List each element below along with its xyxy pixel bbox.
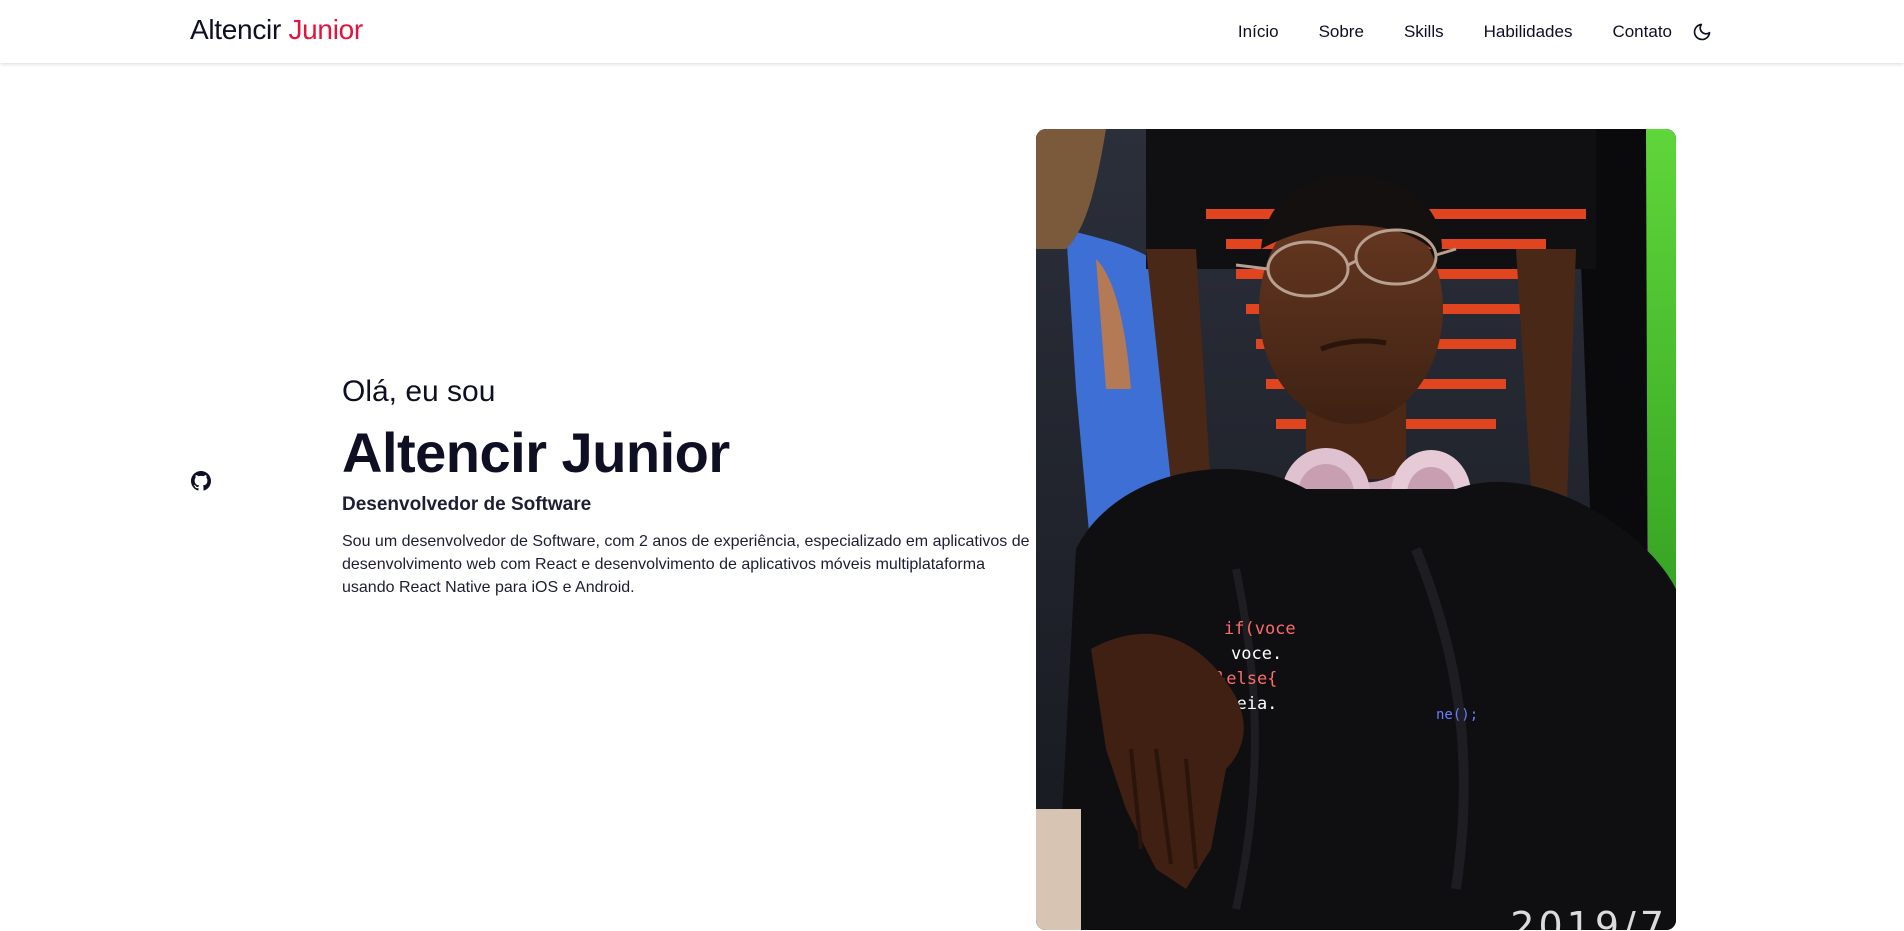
logo-accent-name: Junior: [288, 14, 363, 45]
github-link[interactable]: [191, 471, 213, 493]
hero-description: Sou um desenvolvedor de Software, com 2 …: [342, 533, 1030, 596]
nav-link-sobre[interactable]: Sobre: [1319, 22, 1364, 42]
main-nav: Início Sobre Skills Habilidades Contato: [1238, 0, 1714, 63]
svg-text:if(voce: if(voce: [1224, 619, 1296, 639]
hero-intro: Olá, eu sou Altencir Junior Desenvolvedo…: [342, 372, 1032, 599]
nav-link-inicio[interactable]: Início: [1238, 22, 1279, 42]
github-icon: [191, 471, 211, 491]
profile-photo: if(voce voce. }else{ ideia. ne(); 2019/7: [1036, 129, 1676, 930]
site-header: Altencir Junior Início Sobre Skills Habi…: [0, 0, 1904, 63]
photo-date-stamp: 2019/7: [1510, 904, 1668, 930]
theme-toggle-button[interactable]: [1690, 20, 1714, 44]
logo-first-name: Altencir: [190, 14, 281, 45]
nav-link-skills[interactable]: Skills: [1404, 22, 1444, 42]
site-logo[interactable]: Altencir Junior: [190, 14, 363, 46]
moon-icon: [1693, 23, 1711, 40]
nav-link-habilidades[interactable]: Habilidades: [1484, 22, 1573, 42]
svg-text:voce.: voce.: [1231, 644, 1282, 664]
hero-greeting: Olá, eu sou: [342, 375, 496, 408]
svg-text:ne();: ne();: [1436, 707, 1478, 723]
hero-name: Altencir Junior: [342, 421, 730, 484]
nav-link-contato[interactable]: Contato: [1612, 22, 1672, 42]
hero-role: Desenvolvedor de Software: [342, 494, 592, 515]
